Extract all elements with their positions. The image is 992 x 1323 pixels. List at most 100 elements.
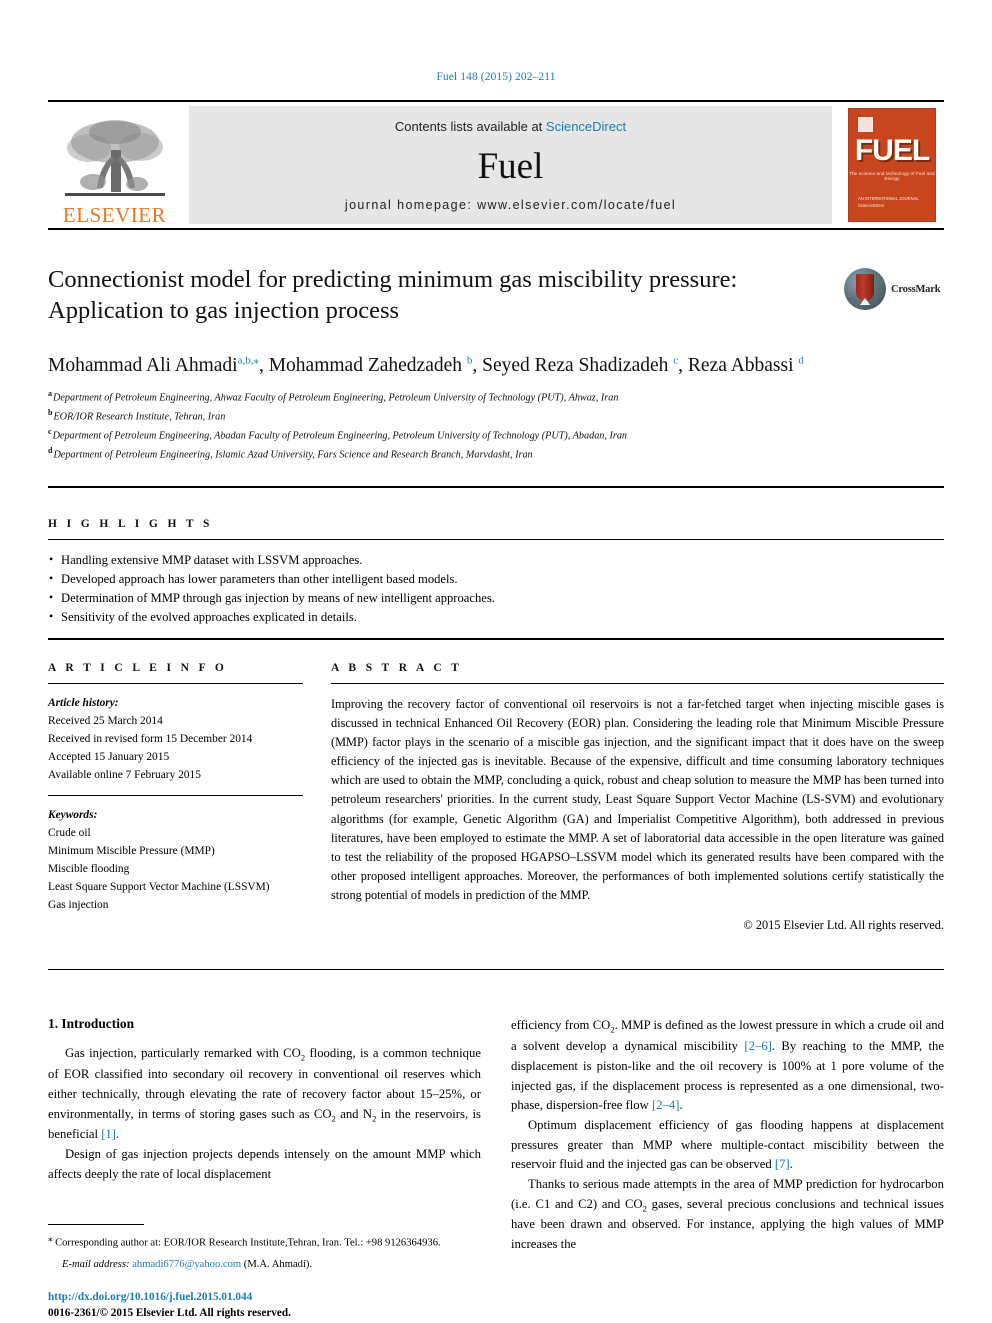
list-item: Determination of MMP through gas injecti… [48,588,944,608]
body-column-right: efficiency from CO2. MMP is defined as t… [511,1016,944,1321]
abstract-copyright: © 2015 Elsevier Ltd. All rights reserved… [743,918,944,933]
list-item: Sensitivity of the evolved approaches ex… [48,607,944,627]
author-list: Mohammad Ali Ahmadia,b,⁎, Mohammad Zahed… [48,354,804,377]
cover-subtitle: The science and technology of Fuel and E… [849,171,935,181]
title-block: Connectionist model for predicting minim… [48,264,944,338]
keyword-item: Miscible flooding [48,862,130,875]
author-affiliation-marker[interactable]: b [467,355,473,367]
crossmark-badge[interactable]: CrossMark [844,266,944,312]
paragraph: Optimum displacement efficiency of gas f… [511,1117,944,1172]
crossmark-icon [844,268,886,310]
list-item: Handling extensive MMP dataset with LSSV… [48,550,944,570]
article-history-label: Article history: [48,696,119,709]
affiliation-item: dDepartment of Petroleum Engineering, Is… [48,445,944,464]
email-owner: (M.A. Ahmadi). [243,1259,313,1271]
elsevier-logo: ELSEVIER [48,102,181,228]
footnote-area: ⁎ Corresponding author at: EOR/IOR Resea… [48,1224,481,1321]
paragraph: Design of gas injection projects depends… [48,1146,481,1181]
list-item: Developed approach has lower parameters … [48,569,944,589]
abstract-text: Improving the recovery factor of convent… [331,696,944,903]
highlights-list: Handling extensive MMP dataset with LSSV… [48,540,944,638]
history-item: Received in revised form 15 December 201… [48,732,253,745]
keywords-label: Keywords: [48,808,98,821]
citation-link[interactable]: [7] [775,1157,790,1171]
divider-above-highlights [48,486,944,488]
affiliation-item: cDepartment of Petroleum Engineering, Ab… [48,426,944,445]
cover-footer: AN INTERNATIONAL JOURNAL ScienceDirect [858,196,919,208]
citation-link[interactable]: [1] [101,1127,116,1141]
crossmark-label: CrossMark [891,283,941,295]
contents-lists-prefix: Contents lists available at [394,119,546,134]
author-affiliation-marker[interactable]: c [673,355,678,367]
affiliation-text: Department of Petroleum Engineering, Aba… [52,430,628,442]
keyword-item: Least Square Support Vector Machine (LSS… [48,880,270,893]
affiliation-marker: d [48,446,53,456]
affiliation-text: Department of Petroleum Engineering, Ahw… [53,392,619,404]
paragraph: Gas injection, particularly remarked wit… [48,1046,481,1142]
journal-banner: Contents lists available at ScienceDirec… [189,106,832,224]
email-link[interactable]: ahmadi6776@yahoo.com [132,1259,241,1270]
affiliation-item: aDepartment of Petroleum Engineering, Ah… [48,388,944,407]
info-abstract-section: A R T I C L E I N F O Article history: R… [48,662,944,934]
author-item: Mohammad Zahedzadeh b [268,355,473,377]
sciencedirect-link[interactable]: ScienceDirect [546,119,626,134]
citation-link[interactable]: [2–6] [744,1039,771,1053]
cover-title: FUEL [854,134,930,167]
author-name: Reza Abbassi [687,355,794,376]
keyword-item: Gas injection [48,898,109,911]
email-note: E-mail address: ahmadi6776@yahoo.com (M.… [48,1257,481,1274]
history-item: Available online 7 February 2015 [48,768,201,781]
author-name: Mohammad Ali Ahmadi [48,355,238,376]
email-label: E-mail address: [62,1259,130,1271]
history-item: Accepted 15 January 2015 [48,750,170,763]
body-column-left: 1. Introduction Gas injection, particula… [48,1016,481,1321]
article-body: 1. Introduction Gas injection, particula… [48,1016,944,1321]
paragraph: efficiency from CO2. MMP is defined as t… [511,1018,944,1113]
running-head: Fuel 148 (2015) 202–211 [436,71,556,83]
divider-below-abstract [48,969,944,971]
fuel-cover-image: FUEL The science and technology of Fuel … [848,108,936,222]
article-info-heading: A R T I C L E I N F O [48,661,228,674]
article-history-block: Article history: Received 25 March 2014 … [48,684,303,784]
contents-lists-line: Contents lists available at ScienceDirec… [395,119,626,134]
paper-page: Fuel 148 (2015) 202–211 ELSEVIER Content… [0,0,992,1323]
citation-link[interactable]: [2–4] [652,1098,679,1112]
section-heading-introduction: 1. Introduction [48,1016,135,1032]
doi-link[interactable]: http://dx.doi.org/10.1016/j.fuel.2015.01… [48,1289,481,1305]
history-item: Received 25 March 2014 [48,714,163,727]
abstract-heading: A B S T R A C T [331,661,463,674]
author-item: Seyed Reza Shadizadeh c [482,355,678,377]
keyword-item: Minimum Miscible Pressure (MMP) [48,844,215,857]
highlights-heading: H I G H L I G H T S [48,518,213,530]
article-info-column: A R T I C L E I N F O Article history: R… [48,662,303,934]
keywords-block: Keywords: Crude oil Minimum Miscible Pre… [48,796,303,914]
abstract-column: A B S T R A C T Improving the recovery f… [331,662,944,934]
journal-cover-thumbnail: FUEL The science and technology of Fuel … [840,102,944,228]
elsevier-wordmark: ELSEVIER [62,203,167,227]
affiliation-item: bEOR/IOR Research Institute, Tehran, Ira… [48,407,944,426]
elsevier-mark-icon [858,117,873,132]
author-item: Mohammad Ali Ahmadia,b,⁎ [48,355,259,377]
affiliation-text: Department of Petroleum Engineering, Isl… [53,449,533,461]
author-name: Mohammad Zahedzadeh [268,355,463,376]
page-title: Connectionist model for predicting minim… [48,266,738,325]
keyword-item: Crude oil [48,826,91,839]
elsevier-tree-icon [64,120,165,196]
author-name: Seyed Reza Shadizadeh [482,355,669,376]
author-affiliation-marker[interactable]: a,b,⁎ [238,355,259,367]
journal-masthead: ELSEVIER Contents lists available at Sci… [48,100,944,230]
affiliation-text: EOR/IOR Research Institute, Tehran, Iran [53,411,226,423]
divider-below-highlights [48,637,944,640]
doi-block: http://dx.doi.org/10.1016/j.fuel.2015.01… [48,1289,481,1321]
journal-homepage-link[interactable]: journal homepage: www.elsevier.com/locat… [345,198,676,212]
issn-copyright-line: 0016-2361/© 2015 Elsevier Ltd. All right… [48,1307,291,1320]
author-affiliation-marker[interactable]: d [798,355,804,367]
journal-title: Fuel [477,145,544,187]
footnote-divider [48,1224,144,1226]
affiliation-marker: a [48,389,52,399]
author-item: Reza Abbassi d [687,355,804,377]
paragraph: Thanks to serious made attempts in the a… [511,1176,944,1252]
corresponding-author-note: ⁎ Corresponding author at: EOR/IOR Resea… [48,1233,441,1249]
affiliation-list: aDepartment of Petroleum Engineering, Ah… [48,388,944,464]
affiliation-marker: b [48,408,53,418]
